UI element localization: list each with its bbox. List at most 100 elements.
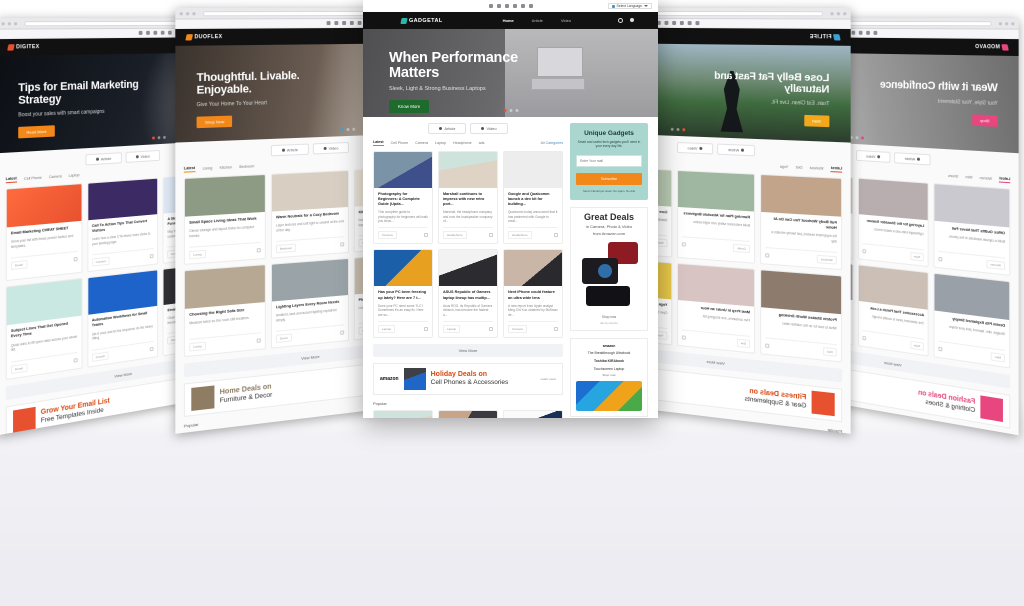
card-tag[interactable]: Headphone (508, 231, 532, 239)
pinterest-icon[interactable] (688, 21, 692, 25)
account-icon[interactable] (630, 18, 634, 22)
bookmark-icon[interactable] (862, 249, 866, 253)
category-laptop[interactable]: Laptop (435, 141, 446, 145)
category-headphone[interactable]: Headphone (453, 141, 472, 145)
site-mockup-gadgetal[interactable]: Select Language GADGETAL Home Article Vi… (363, 0, 658, 418)
bookmark-icon[interactable] (682, 336, 686, 340)
bookmark-icon[interactable] (939, 347, 943, 352)
nav-item-video[interactable]: Video (561, 18, 571, 23)
carousel-dot[interactable] (515, 109, 518, 112)
popular-card[interactable]: Best Laptops for Students, and anyone on… (438, 410, 498, 418)
card-tag[interactable]: Laptop (443, 325, 460, 333)
hero-carousel-dots[interactable] (671, 128, 685, 132)
category-laptop[interactable]: Laptop (69, 173, 80, 178)
article-card[interactable]: Layering for the Shoulder Season Lightwei… (858, 178, 929, 268)
article-card[interactable]: Marshall continues to impress with new r… (438, 151, 498, 244)
ad-banner[interactable]: amazon Holiday Deals on Cell Phones & Ac… (373, 363, 563, 395)
facebook-icon[interactable] (874, 31, 878, 35)
instagram-icon[interactable] (521, 4, 525, 8)
pinterest-icon[interactable] (497, 4, 501, 8)
category-latest[interactable]: Latest (373, 140, 384, 146)
pinterest-icon[interactable] (866, 31, 870, 35)
all-categories-link[interactable]: All Categories (541, 141, 563, 145)
article-card[interactable]: Small Space Living Ideas That Work Clever… (184, 174, 266, 265)
article-card[interactable]: Meal Prep in Under an Hour Five container… (677, 263, 755, 354)
nav-item-article[interactable]: Article (532, 18, 543, 23)
carousel-dot[interactable] (158, 136, 161, 139)
bookmark-icon[interactable] (939, 257, 943, 261)
category-item[interactable]: Living (202, 166, 212, 171)
toggle-article[interactable]: Article (717, 144, 755, 157)
toggle-video[interactable]: Video (126, 150, 160, 163)
bookmark-icon[interactable] (257, 248, 261, 252)
carousel-dot[interactable] (856, 136, 859, 139)
article-card[interactable]: Has your PC been freezing up lately? Her… (373, 249, 433, 337)
camera-deals-ad[interactable]: Great Deals in Camera, Photo & Video fro… (570, 207, 648, 331)
banner-learn-more-link[interactable]: Learn more (541, 377, 556, 381)
bookmark-icon[interactable] (150, 346, 154, 350)
category-item[interactable]: Workout (810, 166, 824, 171)
site-logo[interactable]: GADGETAL (401, 18, 443, 24)
article-card[interactable]: Call To Action Tips That Convert Visitor… (87, 178, 158, 273)
article-card[interactable]: Accessories That Finish a Look One statem… (858, 264, 929, 356)
category-filter[interactable]: Latest Cell Phone Camera Laptop Headphon… (373, 140, 563, 146)
hero-cta-button[interactable]: Shop Now (197, 116, 233, 129)
newsletter-email-input[interactable] (576, 155, 642, 167)
popular-card[interactable]: Marshall continues to impress with new r… (373, 410, 433, 418)
bookmark-icon[interactable] (424, 327, 428, 331)
site-logo[interactable]: DUOFLEX (186, 34, 222, 41)
ad-shop-link[interactable]: Shop now (576, 315, 642, 319)
pinterest-icon[interactable] (146, 31, 150, 35)
carousel-dot[interactable] (509, 109, 512, 112)
article-card[interactable]: Office Outfits That Never Fail Build a ca… (934, 183, 1010, 276)
hero-carousel-dots[interactable] (503, 109, 518, 112)
bookmark-icon[interactable] (489, 327, 493, 331)
bookmark-icon[interactable] (424, 233, 428, 237)
article-card[interactable]: Denim Fits Explained Simply Straight, sli… (934, 273, 1010, 369)
carousel-dot[interactable] (682, 128, 685, 131)
bookmark-icon[interactable] (765, 344, 769, 349)
article-card[interactable]: Google and Qualcomm launch a dev kit for… (503, 151, 563, 244)
category-latest[interactable]: Latest (184, 166, 195, 173)
bookmark-icon[interactable] (150, 254, 154, 258)
carousel-dot[interactable] (352, 128, 355, 131)
article-card[interactable]: Choosing the Right Sofa Size Measure twic… (184, 264, 266, 357)
card-tag[interactable]: Headphone (443, 231, 467, 239)
article-card[interactable]: Running Plan for Absolute Beginners Build… (677, 170, 755, 264)
toggle-article[interactable]: Article (85, 152, 122, 165)
carousel-dot[interactable] (861, 136, 864, 139)
category-cell-phone[interactable]: Cell Phone (24, 176, 42, 181)
facebook-icon[interactable] (489, 4, 493, 8)
card-tag[interactable]: Camera (378, 231, 397, 239)
content-type-toggle[interactable]: Article Video (373, 123, 563, 134)
newsletter-subscribe-button[interactable]: Subscribe (576, 173, 642, 185)
carousel-dot[interactable] (503, 109, 506, 112)
twitter-icon[interactable] (513, 4, 517, 8)
youtube-icon[interactable] (529, 4, 533, 8)
popular-card[interactable]: ASUS Republic of Gamers laptop lineup ha… (503, 410, 563, 418)
article-card[interactable]: Automation Workflows for Small Teams Set… (87, 269, 158, 367)
carousel-dot[interactable] (347, 128, 350, 131)
category-item[interactable]: Shoes (948, 174, 958, 179)
bookmark-icon[interactable] (73, 257, 77, 261)
toggle-video[interactable]: Video (677, 142, 713, 155)
carousel-dot[interactable] (163, 136, 166, 139)
laptop-ad[interactable]: amazon The Breakthrough Ultrabook Toshib… (570, 338, 648, 417)
bookmark-icon[interactable] (862, 336, 866, 340)
category-cell-phone[interactable]: Cell Phone (391, 141, 409, 145)
linkedin-icon[interactable] (680, 21, 684, 25)
article-card[interactable]: Email Marketing CHEAT SHEET Grow your li… (6, 183, 82, 281)
ad-shop-link[interactable]: Shop now (576, 373, 642, 377)
twitter-icon[interactable] (852, 31, 856, 35)
bookmark-icon[interactable] (340, 331, 344, 335)
article-card[interactable]: Photography for Beginners: A Complete Gu… (373, 151, 433, 244)
twitter-icon[interactable] (672, 21, 676, 25)
toggle-article[interactable]: Article (271, 144, 309, 157)
linkedin-icon[interactable] (154, 31, 158, 35)
article-card[interactable]: Protein Shakes Worth Drinking What to loo… (760, 269, 842, 362)
bookmark-icon[interactable] (257, 339, 261, 343)
category-item[interactable]: Bedroom (239, 164, 254, 169)
site-logo[interactable]: DIGITEX (8, 44, 40, 51)
hero-cta-button[interactable]: Start (804, 115, 830, 127)
bookmark-icon[interactable] (765, 253, 769, 257)
